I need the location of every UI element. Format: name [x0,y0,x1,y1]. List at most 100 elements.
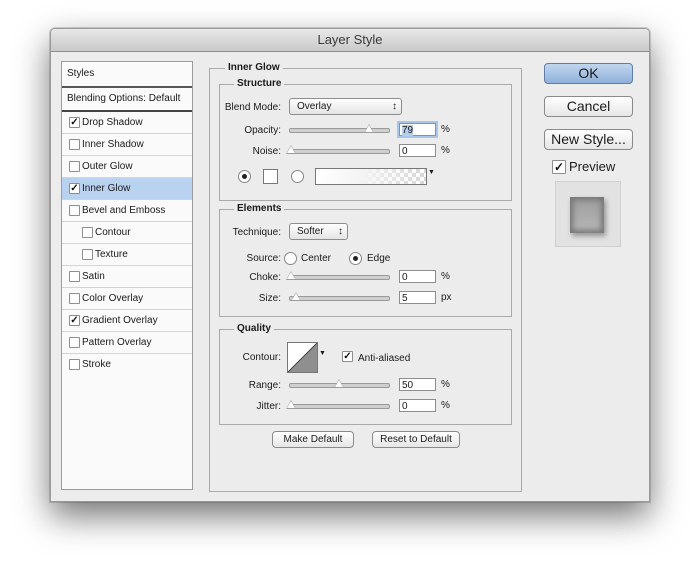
ok-button[interactable]: OK [544,63,633,84]
style-item-outer-glow[interactable]: Outer Glow [62,156,192,178]
style-item-texture[interactable]: Texture [62,244,192,266]
inner-shadow-checkbox[interactable] [69,139,80,150]
opacity-input[interactable]: 79 [399,123,436,136]
preview-checkbox[interactable]: ✓ [552,160,566,174]
range-slider-thumb[interactable] [334,379,344,388]
new-style-button[interactable]: New Style... [544,129,633,150]
contour-checkbox[interactable] [82,227,93,238]
style-item-label: Outer Glow [82,161,133,172]
contour-dropdown-icon[interactable]: ▼ [319,350,326,357]
cancel-button[interactable]: Cancel [544,96,633,117]
source-edge-label: Edge [367,253,391,264]
range-slider[interactable] [289,379,390,388]
style-item-gradient-overlay[interactable]: ✓ Gradient Overlay [62,310,192,332]
style-item-label: Bevel and Emboss [82,205,166,216]
blend-mode-select[interactable]: Overlay ↕ [289,98,402,115]
style-item-contour[interactable]: Contour [62,222,192,244]
outer-glow-checkbox[interactable] [69,161,80,172]
bevel-emboss-checkbox[interactable] [69,205,80,216]
stroke-checkbox[interactable] [69,359,80,370]
choke-input[interactable]: 0 [399,270,436,283]
choke-slider[interactable] [286,271,390,280]
style-item-label: Inner Glow [82,183,131,194]
satin-checkbox[interactable] [69,271,80,282]
noise-slider-thumb[interactable] [286,145,296,154]
technique-value: Softer [297,226,324,237]
style-item-pattern-overlay[interactable]: Pattern Overlay [62,332,192,354]
contour-curve-icon [287,342,318,373]
blending-options-label: Blending Options: Default [67,93,181,104]
preview-swatch [570,197,604,233]
contour-thumbnail[interactable] [287,342,318,373]
pattern-overlay-checkbox[interactable] [69,337,80,348]
style-item-bevel-emboss[interactable]: Bevel and Emboss [62,200,192,222]
noise-input[interactable]: 0 [399,144,436,157]
blend-mode-value: Overlay [297,101,332,112]
panel-title: Inner Glow [225,62,283,73]
solid-color-radio[interactable] [238,170,251,183]
style-item-satin[interactable]: Satin [62,266,192,288]
style-item-label: Pattern Overlay [82,337,152,348]
gradient-overlay-checkbox[interactable]: ✓ [69,315,80,326]
style-item-drop-shadow[interactable]: ✓ Drop Shadow [62,112,192,134]
style-item-stroke[interactable]: Stroke [62,354,192,375]
choke-label: Choke: [249,272,281,283]
blending-options-item[interactable]: Blending Options: Default [62,88,192,112]
noise-label: Noise: [252,146,281,157]
style-item-label: Color Overlay [82,293,144,304]
style-item-label: Gradient Overlay [82,315,158,326]
style-item-inner-glow[interactable]: ✓ Inner Glow [62,178,192,200]
source-center-label: Center [301,253,332,264]
texture-checkbox[interactable] [82,249,93,260]
make-default-button[interactable]: Make Default [272,431,354,448]
structure-legend: Structure [234,78,285,89]
style-item-inner-shadow[interactable]: Inner Shadow [62,134,192,156]
noise-unit: % [441,145,450,156]
style-item-label: Texture [95,249,128,260]
jitter-input[interactable]: 0 [399,399,436,412]
technique-select[interactable]: Softer ↕ [289,223,348,240]
contour-label: Contour: [242,352,281,363]
style-item-label: Satin [82,271,105,282]
source-edge-radio[interactable] [349,252,362,265]
drop-shadow-checkbox[interactable]: ✓ [69,117,80,128]
reset-to-default-button[interactable]: Reset to Default [372,431,460,448]
blend-mode-label: Blend Mode: [224,102,281,113]
styles-header-label: Styles [67,68,95,79]
jitter-unit: % [441,400,450,411]
styles-header[interactable]: Styles [62,62,192,88]
quality-legend: Quality [234,323,274,334]
range-input[interactable]: 50 [399,378,436,391]
size-slider-thumb[interactable] [291,292,301,301]
updown-arrows-icon: ↕ [392,101,397,112]
opacity-slider[interactable] [289,124,390,133]
size-slider[interactable] [289,292,390,301]
style-item-label: Inner Shadow [82,139,144,150]
style-item-color-overlay[interactable]: Color Overlay [62,288,192,310]
anti-aliased-checkbox[interactable]: ✓ [342,351,353,362]
preview-thumbnail [555,181,621,247]
gradient-picker[interactable] [315,168,427,185]
style-item-label: Drop Shadow [82,117,143,128]
color-swatch[interactable] [263,169,278,184]
jitter-slider-thumb[interactable] [286,400,296,409]
window-title: Layer Style [51,29,649,52]
style-item-label: Stroke [82,359,111,370]
gradient-dropdown-icon[interactable]: ▼ [428,169,435,176]
size-label: Size: [258,293,281,304]
noise-slider[interactable] [286,145,390,154]
opacity-slider-thumb[interactable] [364,124,374,133]
anti-aliased-label: Anti-aliased [358,353,411,364]
inner-glow-checkbox[interactable]: ✓ [69,183,80,194]
source-center-radio[interactable] [284,252,297,265]
size-input[interactable]: 5 [399,291,436,304]
opacity-unit: % [441,124,450,135]
color-overlay-checkbox[interactable] [69,293,80,304]
opacity-value: 79 [402,125,414,136]
source-label: Source: [246,253,281,264]
styles-list: Styles Blending Options: Default ✓ Drop … [61,61,193,490]
jitter-slider[interactable] [286,400,390,409]
updown-arrows-icon: ↕ [338,226,343,237]
gradient-radio[interactable] [291,170,304,183]
choke-slider-thumb[interactable] [286,271,296,280]
